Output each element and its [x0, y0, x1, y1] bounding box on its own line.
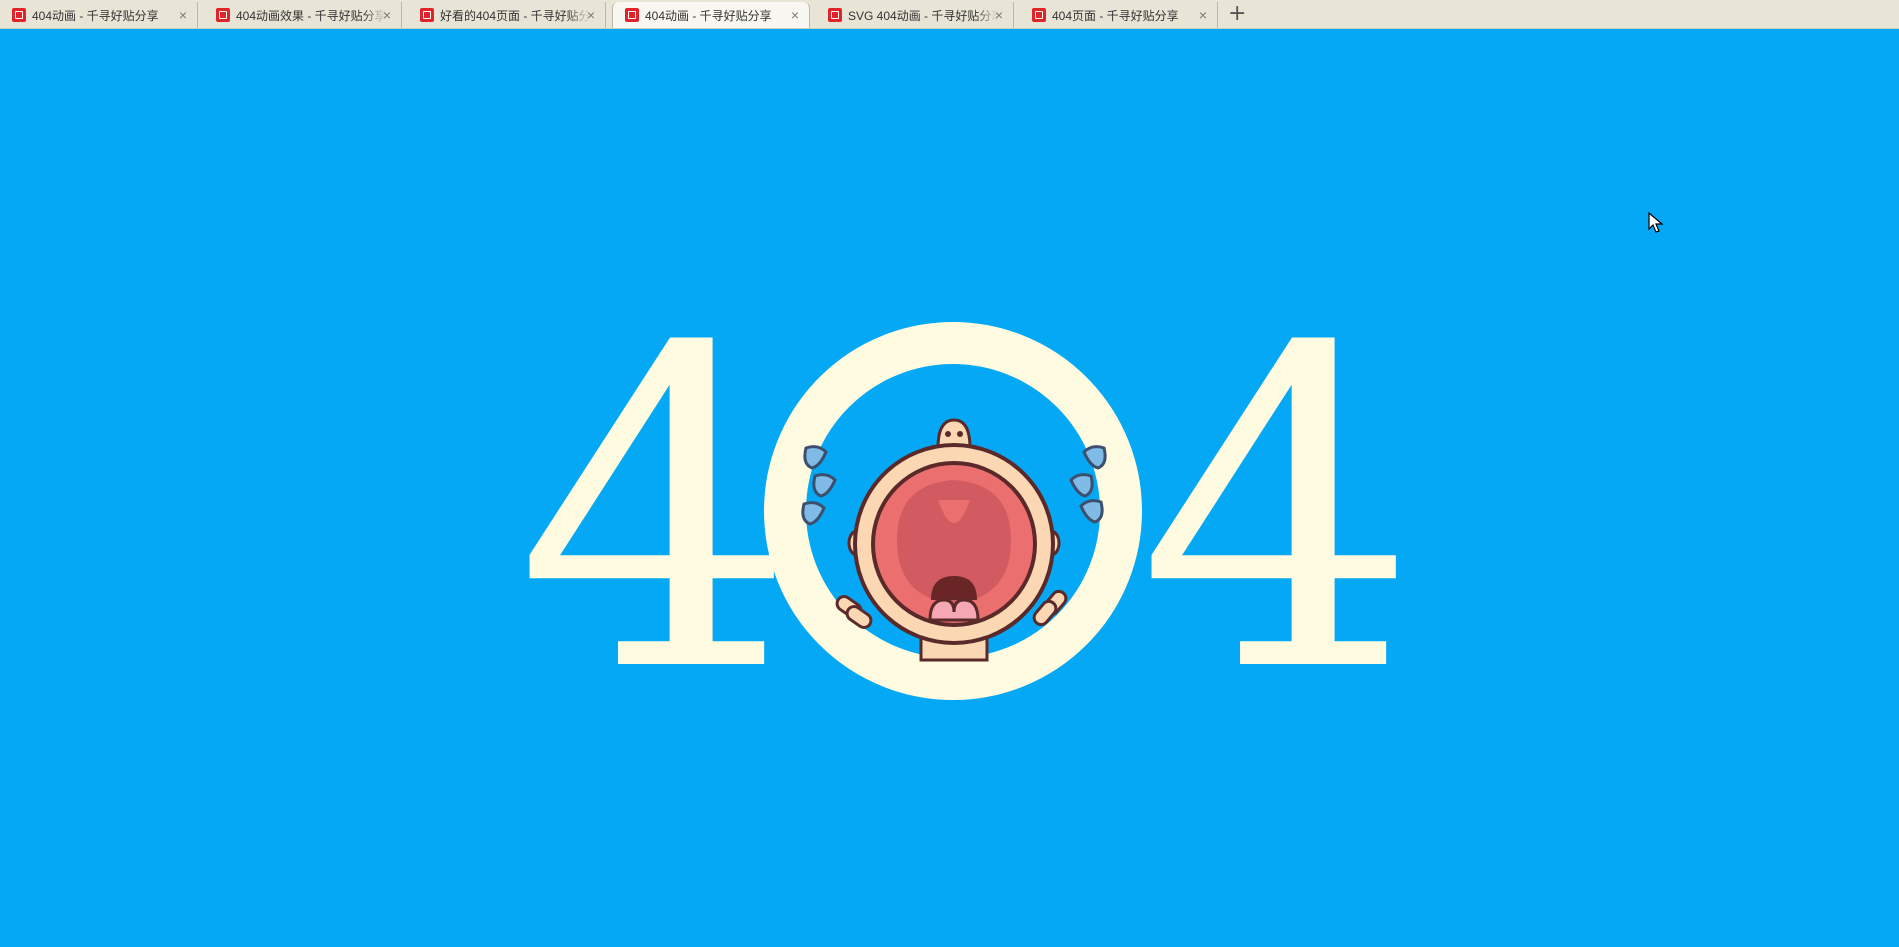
mouse-cursor-icon — [1648, 212, 1664, 233]
digit-four-left: 4 — [516, 256, 796, 768]
404-illustration — [764, 322, 1142, 700]
digit-four-right: 4 — [1138, 256, 1418, 768]
